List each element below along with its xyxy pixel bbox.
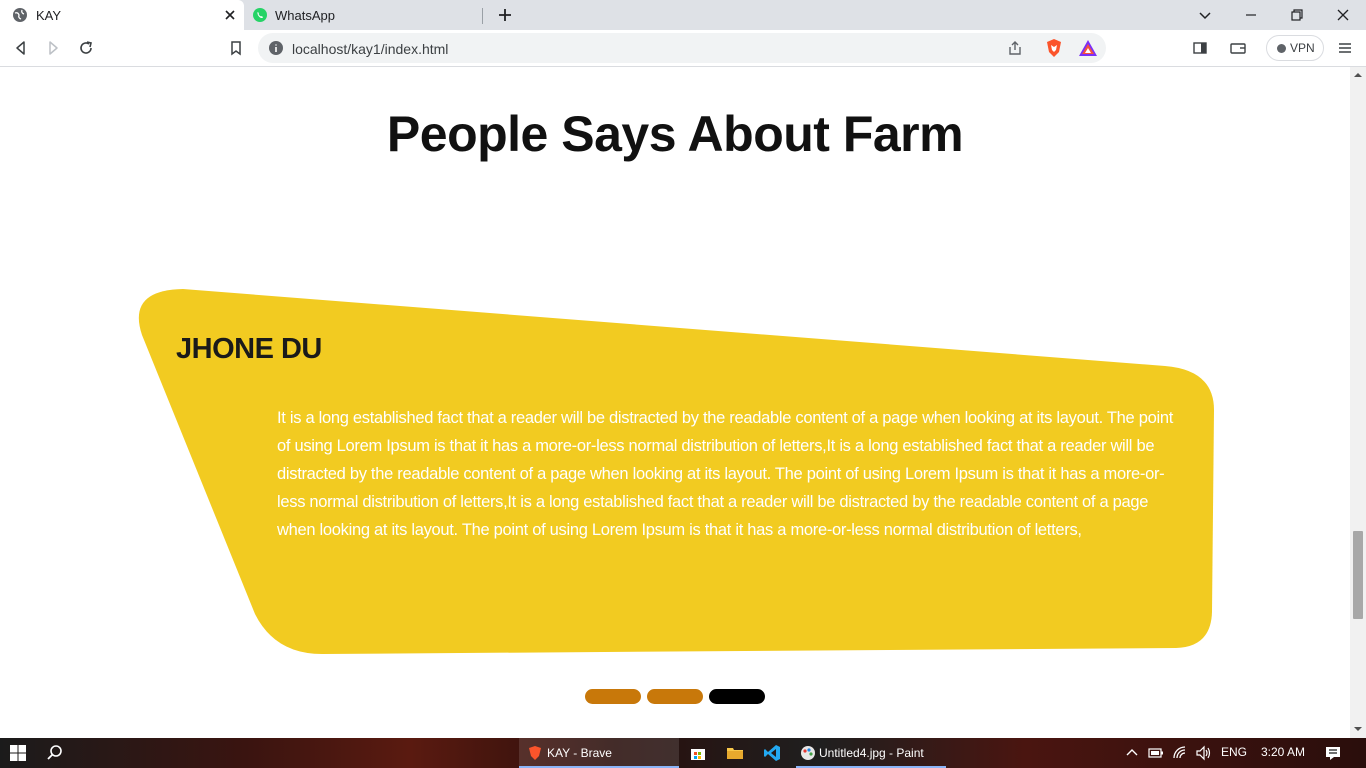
volume-icon[interactable] xyxy=(1195,745,1211,761)
brave-app-icon xyxy=(529,746,541,760)
close-tab-icon[interactable] xyxy=(222,7,238,23)
paint-app-icon xyxy=(801,746,815,760)
sidebar-icon[interactable] xyxy=(1191,39,1209,57)
file-explorer-icon[interactable] xyxy=(726,744,744,762)
tab-separator xyxy=(482,8,483,24)
carousel-indicator-1[interactable] xyxy=(585,689,641,704)
taskbar-app-label: KAY - Brave xyxy=(547,746,612,760)
vpn-label: VPN xyxy=(1290,41,1315,55)
wifi-icon[interactable] xyxy=(1172,745,1188,761)
tab-title: WhatsApp xyxy=(275,8,335,23)
battery-icon[interactable] xyxy=(1148,746,1164,760)
testimonial-card xyxy=(138,289,1214,654)
windows-start-icon[interactable] xyxy=(10,745,26,761)
carousel-indicator-3[interactable] xyxy=(709,689,765,704)
brave-rewards-icon[interactable] xyxy=(1078,39,1098,57)
notification-icon[interactable] xyxy=(1325,745,1341,761)
scroll-up-icon[interactable] xyxy=(1354,71,1362,79)
vscode-icon[interactable] xyxy=(763,744,781,762)
menu-icon[interactable] xyxy=(1336,39,1354,57)
tab-whatsapp[interactable]: WhatsApp xyxy=(244,0,484,30)
share-icon[interactable] xyxy=(1006,39,1024,57)
new-tab-icon[interactable] xyxy=(496,6,514,24)
restore-icon[interactable] xyxy=(1289,7,1305,23)
info-icon[interactable] xyxy=(268,40,284,56)
page-content: People Says About Farm JHONE DU It is a … xyxy=(0,67,1350,738)
store-icon[interactable] xyxy=(689,744,707,762)
tab-title: KAY xyxy=(36,8,62,23)
testimonial-text: It is a long established fact that a rea… xyxy=(277,409,1173,539)
page-scrollbar[interactable] xyxy=(1350,67,1366,738)
back-icon[interactable] xyxy=(12,39,30,57)
close-window-icon[interactable] xyxy=(1335,7,1351,23)
chevron-down-icon[interactable] xyxy=(1197,7,1213,23)
taskbar-app-paint[interactable]: Untitled4.jpg - Paint xyxy=(796,738,946,768)
browser-toolbar: localhost/kay1/index.html VPN xyxy=(0,30,1366,67)
taskbar-app-label: Untitled4.jpg - Paint xyxy=(819,746,924,760)
language-indicator[interactable]: ENG xyxy=(1221,745,1247,759)
scroll-down-icon[interactable] xyxy=(1354,725,1362,733)
whatsapp-icon xyxy=(253,8,267,22)
vpn-status-icon xyxy=(1277,44,1286,53)
tab-strip: KAY WhatsApp xyxy=(0,0,1366,30)
clock[interactable]: 3:20 AM xyxy=(1261,745,1305,759)
scrollbar-thumb[interactable] xyxy=(1353,531,1363,619)
forward-icon[interactable] xyxy=(44,39,62,57)
search-icon[interactable] xyxy=(46,744,64,762)
carousel-indicator-2[interactable] xyxy=(647,689,703,704)
taskbar-app-brave[interactable]: KAY - Brave xyxy=(519,738,679,768)
url-text: localhost/kay1/index.html xyxy=(292,41,449,57)
bookmark-icon[interactable] xyxy=(227,39,245,57)
reload-icon[interactable] xyxy=(77,39,95,57)
chevron-up-icon[interactable] xyxy=(1126,747,1138,759)
address-bar[interactable]: localhost/kay1/index.html xyxy=(258,33,1106,63)
brave-shield-icon[interactable] xyxy=(1044,38,1064,58)
windows-taskbar: KAY - Brave Untitled4.jpg - Paint ENG 3:… xyxy=(0,738,1366,768)
wallet-icon[interactable] xyxy=(1229,39,1247,57)
testimonial-author: JHONE DU xyxy=(176,333,322,365)
globe-icon xyxy=(13,8,27,22)
vpn-button[interactable]: VPN xyxy=(1266,35,1324,61)
minimize-icon[interactable] xyxy=(1243,7,1259,23)
tab-kay[interactable]: KAY xyxy=(0,0,244,30)
